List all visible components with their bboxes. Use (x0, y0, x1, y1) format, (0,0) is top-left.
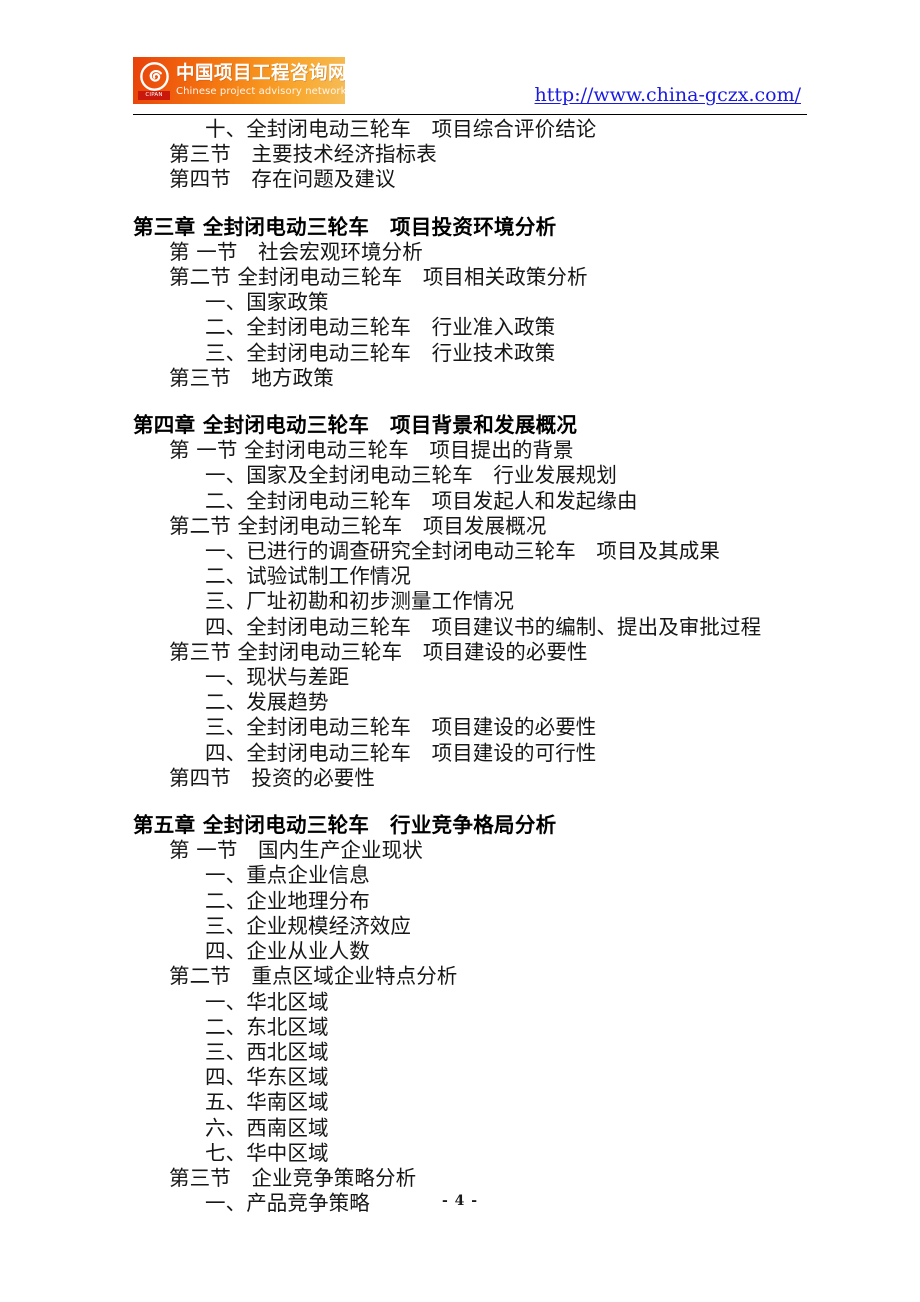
toc-item-entry[interactable]: 四、华东区域 (133, 1065, 813, 1090)
logo-chinese-name: 中国项目工程咨询网 (176, 63, 345, 84)
toc-item-entry[interactable]: 六、西南区域 (133, 1116, 813, 1141)
toc-item-entry[interactable]: 四、企业从业人数 (133, 939, 813, 964)
toc-section-entry[interactable]: 第四节 投资的必要性 (133, 766, 813, 791)
toc-section-entry[interactable]: 第 一节 全封闭电动三轮车 项目提出的背景 (133, 438, 813, 463)
logo-english-name: Chinese project advisory network (176, 86, 345, 97)
site-logo-banner: CIPAN 中国项目工程咨询网 Chinese project advisory… (133, 57, 345, 104)
toc-item-entry[interactable]: 二、全封闭电动三轮车 行业准入政策 (133, 315, 813, 340)
logo-mark-caption: CIPAN (138, 90, 170, 100)
toc-section-entry[interactable]: 第二节 全封闭电动三轮车 项目发展概况 (133, 514, 813, 539)
logo-mark: CIPAN (137, 61, 173, 101)
toc-section-entry[interactable]: 第 一节 国内生产企业现状 (133, 838, 813, 863)
toc-item-entry[interactable]: 一、已进行的调查研究全封闭电动三轮车 项目及其成果 (133, 539, 813, 564)
toc-item-entry[interactable]: 十、全封闭电动三轮车 项目综合评价结论 (133, 117, 813, 142)
toc-chapter-heading[interactable]: 第三章 全封闭电动三轮车 项目投资环境分析 (133, 215, 813, 240)
toc-item-entry[interactable]: 一、国家政策 (133, 290, 813, 315)
toc-chapter-heading[interactable]: 第四章 全封闭电动三轮车 项目背景和发展概况 (133, 413, 813, 438)
toc-item-entry[interactable]: 二、发展趋势 (133, 690, 813, 715)
header-website-url[interactable]: http://www.china-gczx.com/ (535, 84, 801, 106)
toc-item-entry[interactable]: 三、厂址初勘和初步测量工作情况 (133, 589, 813, 614)
spiral-swirl-icon (140, 61, 169, 91)
toc-item-entry[interactable]: 一、重点企业信息 (133, 863, 813, 888)
toc-section-entry[interactable]: 第三节 地方政策 (133, 366, 813, 391)
toc-section-entry[interactable]: 第四节 存在问题及建议 (133, 167, 813, 192)
toc-section-entry[interactable]: 第二节 全封闭电动三轮车 项目相关政策分析 (133, 265, 813, 290)
toc-chapter-heading[interactable]: 第五章 全封闭电动三轮车 行业竞争格局分析 (133, 813, 813, 838)
toc-section-entry[interactable]: 第三节 企业竞争策略分析 (133, 1166, 813, 1191)
toc-item-entry[interactable]: 三、全封闭电动三轮车 行业技术政策 (133, 341, 813, 366)
page-number: - 4 - (441, 1193, 479, 1209)
toc-section-entry[interactable]: 第三节 主要技术经济指标表 (133, 142, 813, 167)
toc-item-entry[interactable]: 三、全封闭电动三轮车 项目建设的必要性 (133, 715, 813, 740)
toc-item-entry[interactable]: 二、全封闭电动三轮车 项目发起人和发起缘由 (133, 489, 813, 514)
toc-item-entry[interactable]: 一、国家及全封闭电动三轮车 行业发展规划 (133, 463, 813, 488)
toc-section-entry[interactable]: 第二节 重点区域企业特点分析 (133, 964, 813, 989)
toc-item-entry[interactable]: 七、华中区域 (133, 1141, 813, 1166)
toc-item-entry[interactable]: 四、全封闭电动三轮车 项目建议书的编制、提出及审批过程 (133, 615, 813, 640)
toc-section-entry[interactable]: 第 一节 社会宏观环境分析 (133, 240, 813, 265)
toc-section-entry[interactable]: 第三节 全封闭电动三轮车 项目建设的必要性 (133, 640, 813, 665)
document-page: CIPAN 中国项目工程咨询网 Chinese project advisory… (0, 0, 920, 1302)
toc-item-entry[interactable]: 四、全封闭电动三轮车 项目建设的可行性 (133, 741, 813, 766)
toc-item-entry[interactable]: 一、现状与差距 (133, 665, 813, 690)
toc-item-entry[interactable]: 三、西北区域 (133, 1040, 813, 1065)
toc-item-entry[interactable]: 五、华南区域 (133, 1090, 813, 1115)
toc-item-entry[interactable]: 二、东北区域 (133, 1015, 813, 1040)
table-of-contents: 十、全封闭电动三轮车 项目综合评价结论 第三节 主要技术经济指标表 第四节 存在问题… (133, 117, 813, 1216)
toc-item-entry[interactable]: 三、企业规模经济效应 (133, 914, 813, 939)
toc-item-entry[interactable]: 二、企业地理分布 (133, 889, 813, 914)
page-header: CIPAN 中国项目工程咨询网 Chinese project advisory… (133, 57, 807, 115)
toc-item-entry[interactable]: 二、试验试制工作情况 (133, 564, 813, 589)
toc-item-entry[interactable]: 一、华北区域 (133, 990, 813, 1015)
